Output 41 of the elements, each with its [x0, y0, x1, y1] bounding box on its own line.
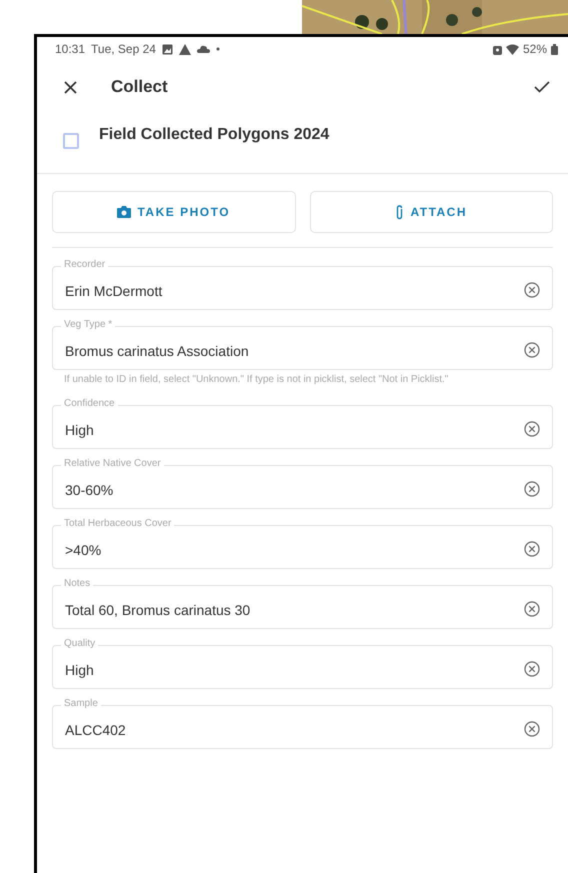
- action-button[interactable]: TAKE PHOTO: [52, 191, 296, 233]
- image-icon: [162, 44, 173, 54]
- field-hint: If unable to ID in field, select "Unknown." If type is not in picklist, select "Not in Picklist.": [63, 373, 450, 387]
- clear-icon[interactable]: [524, 342, 540, 358]
- field-value: Total 60, Bromus carinatus 30: [65, 600, 250, 620]
- input-field[interactable]: Total 60, Bromus carinatus 30: [52, 585, 553, 629]
- clear-icon[interactable]: [524, 661, 540, 677]
- layer-name: Field Collected Polygons 2024: [99, 125, 330, 145]
- input-field[interactable]: Erin McDermott: [52, 266, 553, 310]
- field-value: High: [65, 420, 94, 440]
- warning-icon: [178, 44, 191, 54]
- battery-percent: 52%: [522, 41, 547, 58]
- battery-icon: [551, 44, 558, 54]
- field-value: High: [65, 660, 94, 680]
- checkmark-icon: [534, 81, 550, 93]
- paperclip-icon: [395, 204, 404, 220]
- field-value: >40%: [65, 540, 102, 560]
- dot-icon: [216, 47, 220, 51]
- input-field[interactable]: High: [52, 405, 553, 449]
- clear-icon[interactable]: [524, 421, 540, 437]
- camera-icon: [117, 206, 132, 218]
- wifi-icon: [506, 44, 519, 54]
- checkbox[interactable]: [63, 133, 79, 149]
- field-label: Sample: [61, 698, 101, 710]
- field-label: Veg Type *: [61, 319, 116, 331]
- clear-icon[interactable]: [524, 481, 540, 497]
- status-time: 10:31: [55, 41, 86, 58]
- close-icon: [64, 80, 76, 94]
- field-label: Quality: [61, 638, 98, 650]
- field-value: ALCC402: [65, 720, 126, 740]
- cloud-icon: [196, 45, 210, 53]
- field-value: Bromus carinatus Association: [65, 342, 249, 360]
- clear-icon[interactable]: [524, 282, 540, 298]
- action-button[interactable]: ATTACH: [310, 191, 553, 233]
- field-value: 30-60%: [65, 480, 114, 500]
- clear-icon[interactable]: [524, 541, 540, 557]
- field-value: Erin McDermott: [65, 282, 162, 300]
- clear-icon[interactable]: [524, 601, 540, 617]
- screen-title: Collect: [111, 76, 168, 98]
- clear-icon[interactable]: [524, 721, 540, 737]
- status-date: Tue, Sep 24: [91, 41, 156, 58]
